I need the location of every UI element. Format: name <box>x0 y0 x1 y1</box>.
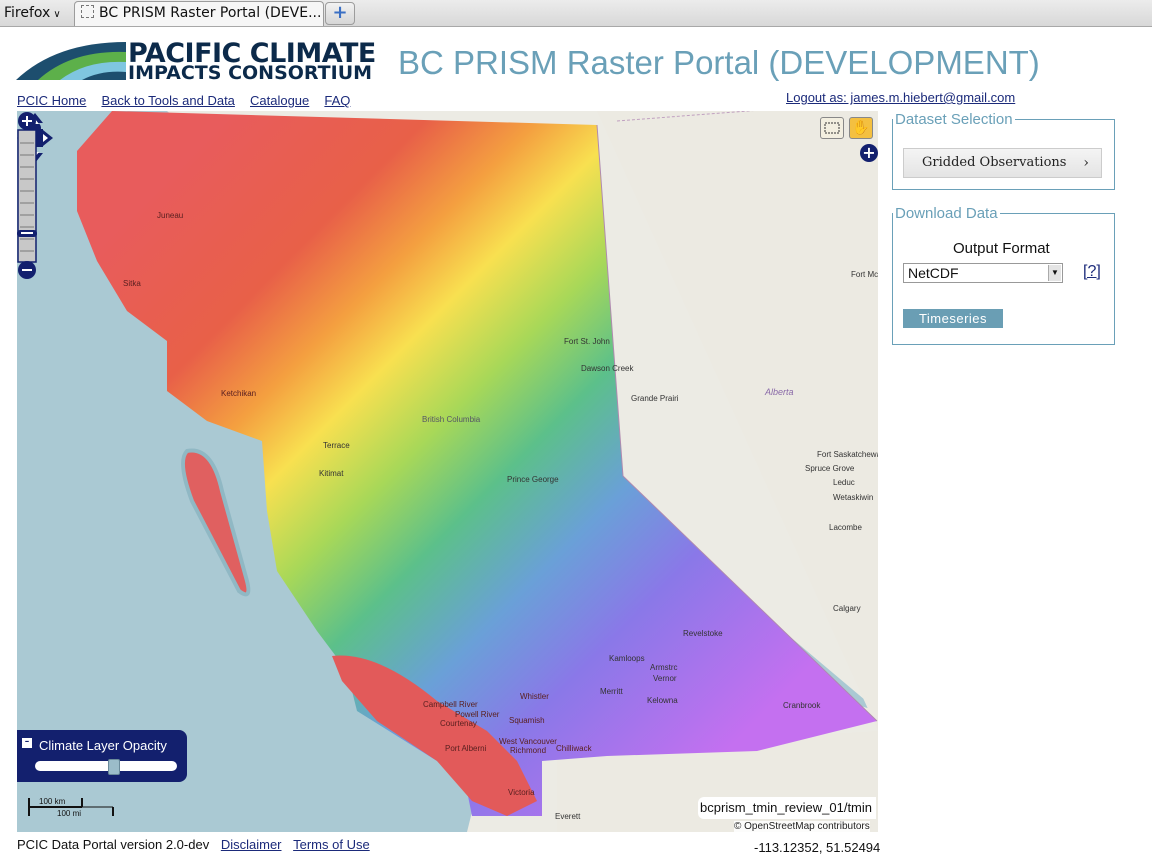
new-tab-button[interactable]: + <box>325 2 355 25</box>
map-label: Leduc <box>833 478 855 487</box>
map-label: Campbell River <box>423 700 478 709</box>
nav-link-faq[interactable]: FAQ <box>324 93 350 108</box>
map-label: Kitimat <box>319 469 344 478</box>
dropdown-arrow-icon: ▼ <box>1048 265 1061 281</box>
scale-mi-label: 100 mi <box>57 809 82 818</box>
map-label: Courtenay <box>440 719 477 728</box>
nav-link-catalogue[interactable]: Catalogue <box>250 93 309 108</box>
map-viewport[interactable]: Juneau Sitka Ketchikan Terrace Kitimat B… <box>17 111 878 832</box>
top-nav: PCIC Home Back to Tools and Data Catalog… <box>17 90 360 109</box>
zoom-box-tool-icon[interactable] <box>820 117 844 139</box>
map-label: Terrace <box>323 441 350 450</box>
map-attribution[interactable]: © OpenStreetMap contributors <box>734 821 870 832</box>
scale-bar: 100 km 100 mi <box>27 796 117 822</box>
opacity-label: Climate Layer Opacity <box>39 738 167 753</box>
map-label: Revelstoke <box>683 629 723 638</box>
map-label: British Columbia <box>422 415 481 424</box>
map-label: Fort Mc <box>851 270 878 279</box>
map-label: Prince George <box>507 475 559 484</box>
chevron-down-icon: ∨ <box>53 9 61 20</box>
map-label: Wetaskiwin <box>833 493 874 502</box>
gridded-observations-button[interactable]: Gridded Observations › <box>903 148 1102 178</box>
pan-hand-icon[interactable]: ✋ <box>849 117 873 139</box>
map-label: Kamloops <box>609 654 645 663</box>
nav-link-pcic-home[interactable]: PCIC Home <box>17 93 86 108</box>
map-label: Spruce Grove <box>805 464 855 473</box>
tab-title: BC PRISM Raster Portal (DEVE... <box>99 5 322 21</box>
firefox-menu-button[interactable]: Firefox ∨ <box>4 3 61 23</box>
minimize-icon[interactable]: – <box>21 737 33 749</box>
layer-name-badge: bcprism_tmin_review_01/tmin <box>698 797 876 819</box>
page-icon <box>81 5 94 18</box>
help-link[interactable]: [?] <box>1083 263 1101 281</box>
timeseries-button[interactable]: Timeseries <box>903 309 1003 328</box>
map-label: Kelowna <box>647 696 678 705</box>
terms-of-use-link[interactable]: Terms of Use <box>293 837 370 852</box>
map-label: Cranbrook <box>783 701 821 710</box>
footer: PCIC Data Portal version 2.0-dev Disclai… <box>17 837 370 852</box>
output-format-select[interactable]: NetCDF ▼ <box>903 263 1063 283</box>
nav-link-tools-and-data[interactable]: Back to Tools and Data <box>101 93 234 108</box>
firefox-menu-label: Firefox <box>4 5 51 21</box>
map-label: Whistler <box>520 692 549 701</box>
browser-tab[interactable]: BC PRISM Raster Portal (DEVE... <box>74 1 324 26</box>
map-label: Armstrc <box>650 663 678 672</box>
layer-switcher-plus-icon[interactable]: + <box>860 144 878 162</box>
opacity-panel: – Climate Layer Opacity <box>17 730 187 782</box>
map-label: Vernor <box>653 674 677 683</box>
map-label: Lacombe <box>829 523 862 532</box>
map-label: Calgary <box>833 604 861 613</box>
mouse-coordinates: -113.12352, 51.52494 <box>754 840 881 855</box>
scale-km-label: 100 km <box>39 797 66 806</box>
map-label: Richmond <box>510 746 547 755</box>
map-label: Fort Saskatchewa <box>817 450 878 459</box>
output-format-value: NetCDF <box>908 265 959 281</box>
zoom-control[interactable] <box>17 111 37 281</box>
page-title: BC PRISM Raster Portal (DEVELOPMENT) <box>398 44 1040 81</box>
map-label: Powell River <box>455 710 500 719</box>
map-label: Ketchikan <box>221 389 257 398</box>
logout-link[interactable]: Logout as: james.m.hiebert@gmail.com <box>786 90 1015 105</box>
version-text: PCIC Data Portal version 2.0-dev <box>17 837 210 852</box>
map-label: Dawson Creek <box>581 364 634 373</box>
dataset-selection-legend: Dataset Selection <box>895 111 1013 128</box>
disclaimer-link[interactable]: Disclaimer <box>221 837 282 852</box>
opacity-slider[interactable] <box>35 759 177 775</box>
map-label: Port Alberni <box>445 744 487 753</box>
map-label: Merritt <box>600 687 623 696</box>
map-label: Sitka <box>123 279 141 288</box>
chevron-right-icon: › <box>1083 155 1089 171</box>
opacity-slider-thumb[interactable] <box>108 759 120 775</box>
map-label: Squamish <box>509 716 545 725</box>
map-label: Everett <box>555 812 581 821</box>
output-format-label: Output Format <box>953 240 1050 257</box>
map-label: Juneau <box>157 211 184 220</box>
download-data-legend: Download Data <box>895 205 998 222</box>
map-label: Grande Prairi <box>631 394 679 403</box>
map-label: Fort St. John <box>564 337 610 346</box>
gridded-observations-label: Gridded Observations <box>922 155 1067 170</box>
map-label: Alberta <box>765 387 794 397</box>
map-label: Victoria <box>508 788 535 797</box>
map-label: West Vancouver <box>499 737 557 746</box>
logo-text-line2: IMPACTS CONSORTIUM <box>128 62 373 84</box>
map-label: Chilliwack <box>556 744 592 753</box>
